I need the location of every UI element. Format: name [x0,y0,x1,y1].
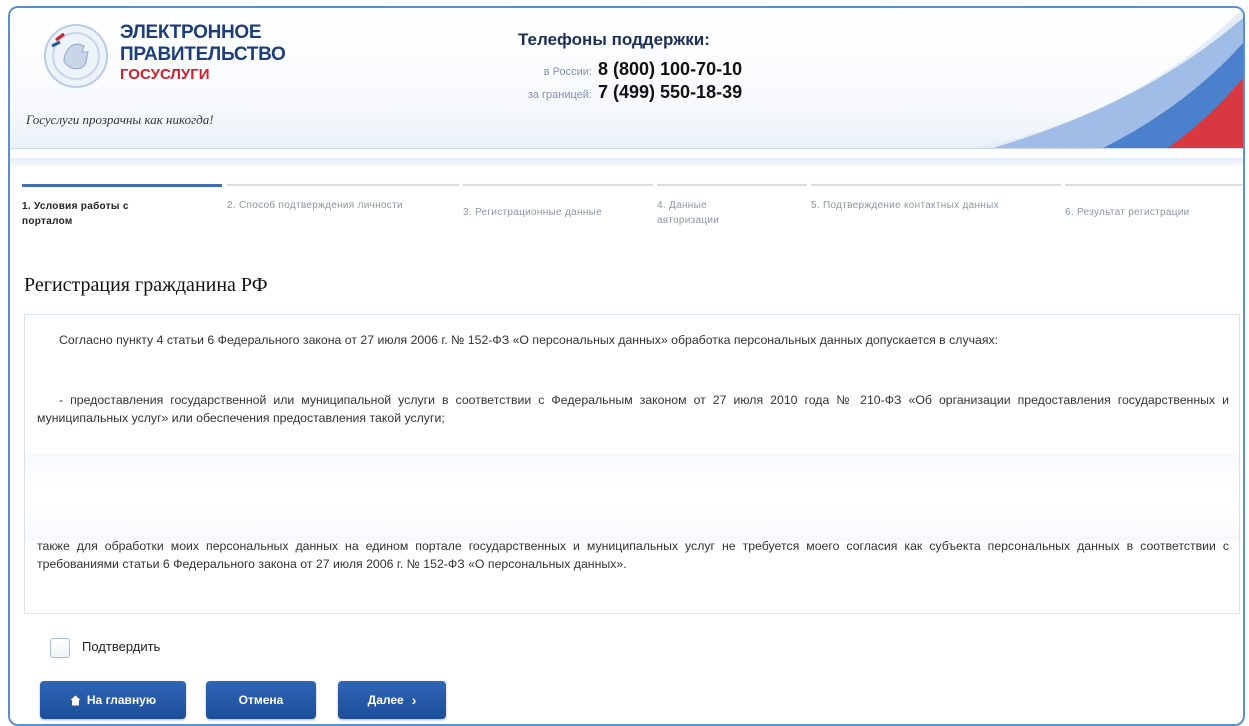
home-button-label: На главную [86,693,157,707]
step-6-label: 6. Результат регистрации [1065,207,1190,218]
terms-paragraph-3: также для обработки моих персональных да… [37,539,1229,571]
step-1-label: 1. Условия работы с порталом [22,201,129,227]
terms-scroll-fade [25,453,1239,541]
terms-paragraph-2: - предоставления государственной или мун… [37,393,1229,425]
page-title: Регистрация гражданина РФ [24,274,268,296]
step-4-label: 4. Данные авторизации [657,200,720,226]
page-frame: ЭЛЕКТРОННОЕ ПРАВИТЕЛЬСТВО ГОСУСЛУГИ Госу… [8,6,1245,726]
next-button[interactable]: Далее › [338,681,446,719]
gosuslugi-emblem-icon [44,24,108,88]
step-5: 5. Подтверждение контактных данных [811,184,1061,242]
cancel-button-label: Отмена [238,693,284,707]
logo-title-line1: ЭЛЕКТРОННОЕ [120,22,262,43]
header-swoosh-decoration [973,8,1243,148]
step-5-label: 5. Подтверждение контактных данных [811,200,999,211]
next-button-label: Далее [367,693,404,707]
confirm-label[interactable]: Подтвердить [82,639,160,654]
logo-title-line2: ПРАВИТЕЛЬСТВО [120,44,286,65]
site-header: ЭЛЕКТРОННОЕ ПРАВИТЕЛЬСТВО ГОСУСЛУГИ Госу… [10,8,1243,149]
confirm-checkbox[interactable] [50,638,70,658]
step-3-label: 3. Регистрационные данные [463,207,602,218]
step-2: 2. Способ подтверждения личности [227,184,459,242]
header-separator [10,158,1243,166]
terms-paragraph-1: Согласно пункту 4 статьи 6 Федерального … [59,333,999,347]
home-button[interactable]: На главную [40,681,186,719]
terms-text-box[interactable]: Согласно пункту 4 статьи 6 Федерального … [24,314,1240,614]
support-abroad-phone: 7 (499) 550-18-39 [598,82,743,102]
support-row-abroad: за границей: 7 (499) 550-18-39 [496,82,742,103]
cancel-button[interactable]: Отмена [206,681,316,719]
step-4: 4. Данные авторизации [657,184,807,242]
support-abroad-label: за границей: [527,89,592,101]
support-row-russia: в России: 8 (800) 100-70-10 [496,59,742,80]
step-1: 1. Условия работы с порталом [22,184,222,243]
chevron-right-icon: › [411,692,417,708]
support-russia-phone: 8 (800) 100-70-10 [598,59,743,79]
support-russia-label: в России: [543,66,592,78]
step-2-label: 2. Способ подтверждения личности [227,200,403,211]
support-title: Телефоны поддержки: [518,30,710,49]
home-icon [70,695,81,705]
logo-subtitle: ГОСУСЛУГИ [120,66,210,83]
site-slogan: Госуслуги прозрачны как никогда! [26,112,214,127]
registration-steps: 1. Условия работы с порталом 2. Способ п… [22,184,1242,244]
step-6: 6. Результат регистрации [1065,184,1242,242]
step-3: 3. Регистрационные данные [463,184,653,242]
